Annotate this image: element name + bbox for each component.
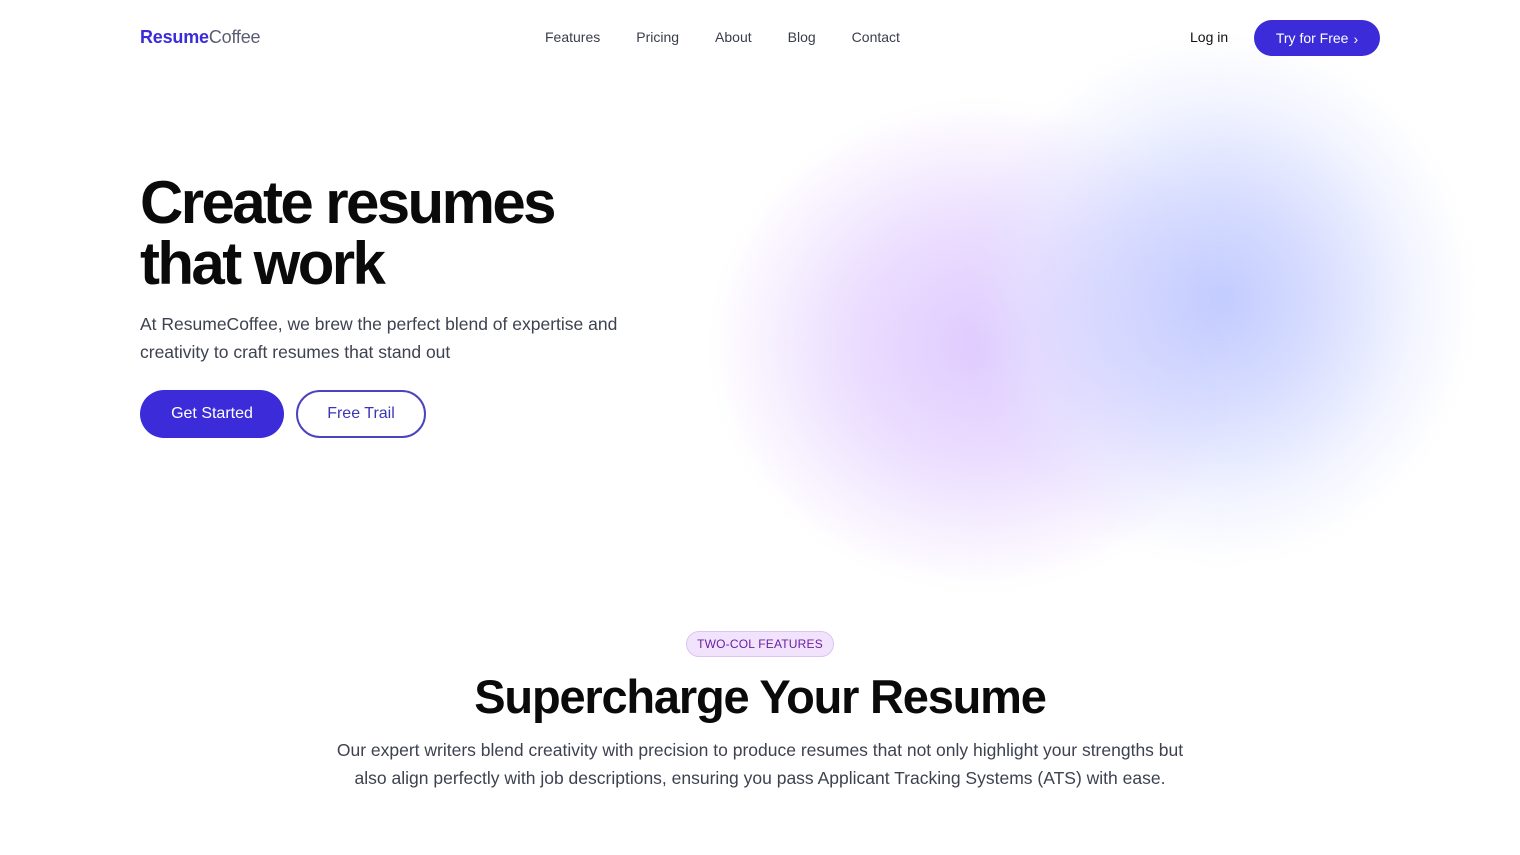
nav-link-features[interactable]: Features <box>545 28 600 46</box>
gradient-blob-blue <box>970 40 1470 560</box>
hero-subtitle: At ResumeCoffee, we brew the perfect ble… <box>140 314 618 362</box>
logo[interactable]: ResumeCoffee <box>140 26 261 48</box>
top-navigation: ResumeCoffee Features Pricing About Blog… <box>0 0 1520 74</box>
nav-link-about[interactable]: About <box>715 28 752 46</box>
hero-title: Create resumes that work <box>140 172 700 294</box>
landing-page: ResumeCoffee Features Pricing About Blog… <box>0 0 1520 855</box>
hero-title-line-2: that work <box>140 230 386 297</box>
section-title: Supercharge Your Resume <box>474 670 1047 723</box>
hero-title-line-1: Create resumes <box>140 169 556 236</box>
login-link[interactable]: Log in <box>1190 28 1228 46</box>
nav-links: Features Pricing About Blog Contact <box>545 28 936 46</box>
gradient-blob-purple <box>720 110 1240 580</box>
nav-link-blog[interactable]: Blog <box>788 28 816 46</box>
free-trial-button[interactable]: Free Trail <box>296 390 426 438</box>
chevron-right-icon: › <box>1353 31 1359 47</box>
logo-light-text: Coffee <box>208 27 261 47</box>
try-for-free-button[interactable]: Try for Free › <box>1254 20 1380 56</box>
nav-link-pricing[interactable]: Pricing <box>636 28 679 46</box>
hero-gradient-blob <box>690 20 1490 580</box>
logo-bold-text: Resume <box>140 27 209 47</box>
try-for-free-label: Try for Free <box>1275 30 1349 46</box>
nav-link-contact[interactable]: Contact <box>852 28 900 46</box>
section-badge: TWO-COL FEATURES <box>686 631 834 657</box>
get-started-button[interactable]: Get Started <box>140 390 284 438</box>
section-description: Our expert writers blend creativity with… <box>336 740 1184 788</box>
